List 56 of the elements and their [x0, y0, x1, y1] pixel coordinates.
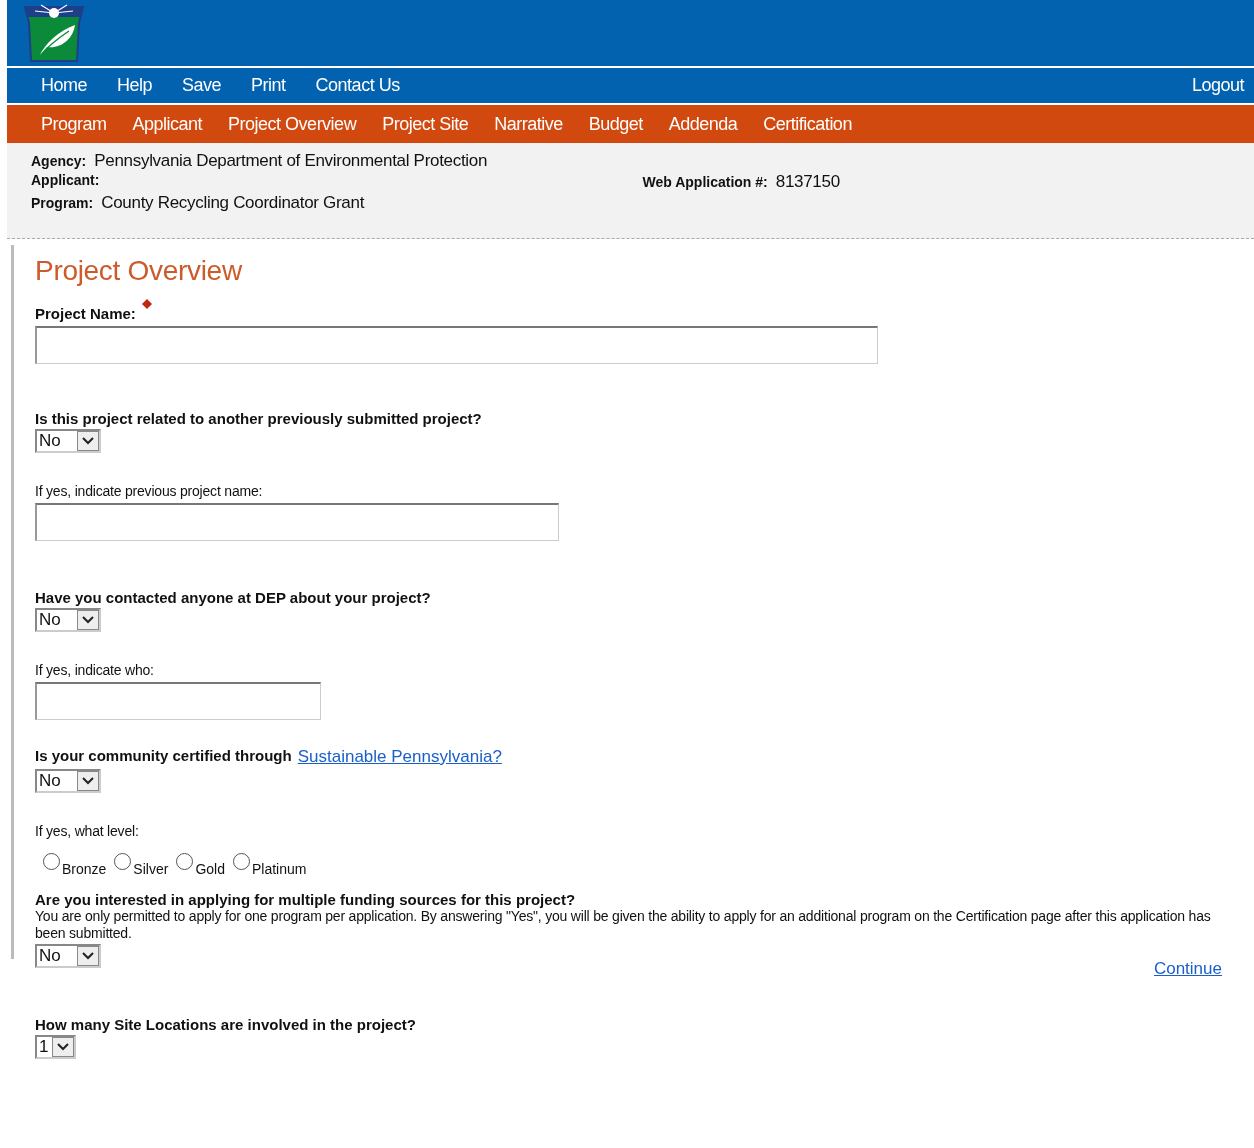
- nav-link[interactable]: Home: [41, 75, 87, 96]
- radio-label: Silver: [133, 861, 169, 877]
- dropdown[interactable]: No: [35, 429, 101, 453]
- caret-icon: [77, 431, 99, 451]
- caret-icon: [77, 946, 99, 966]
- input-field[interactable]: [35, 326, 878, 364]
- dropdown[interactable]: No: [35, 769, 101, 793]
- radio-button[interactable]: [232, 853, 250, 870]
- dropdown[interactable]: No: [35, 944, 101, 968]
- radio-button[interactable]: [114, 853, 132, 870]
- field-label: If yes, indicate previous project name:: [35, 483, 264, 499]
- info-value: Pennsylvania Department of Environmental Protection: [94, 151, 488, 171]
- radio-label: Bronze: [62, 861, 107, 877]
- field-label: If yes, what level:: [35, 823, 140, 839]
- section-tab[interactable]: Budget: [588, 113, 643, 135]
- question-label: Are you interested in applying for multiple funding sources for this project?: [35, 891, 576, 908]
- radio-label: Gold: [195, 861, 225, 877]
- help-text: You are only permitted to apply for one program per application. By answering "Yes", you will be given the ability to apply for an additional program on the Certification page after this application has been submitted.: [35, 908, 1212, 942]
- logout-link[interactable]: Logout: [1191, 75, 1244, 96]
- radio-label: Platinum: [251, 861, 307, 877]
- nav-link[interactable]: Save: [182, 75, 222, 96]
- caret-icon: [77, 771, 99, 791]
- input-field[interactable]: [35, 503, 559, 541]
- radio-button[interactable]: [176, 853, 194, 870]
- nav-link[interactable]: Help: [117, 75, 153, 96]
- section-tab[interactable]: Applicant: [132, 113, 203, 135]
- section-tab[interactable]: Project Site: [382, 113, 469, 135]
- section-tab[interactable]: Narrative: [494, 113, 563, 135]
- page-title: Project Overview: [35, 255, 243, 287]
- dropdown[interactable]: 1: [35, 1035, 77, 1059]
- info-label: Web Application #:: [642, 174, 768, 190]
- input-field[interactable]: [35, 682, 321, 720]
- question-label: Is this project related to another previously submitted project?: [35, 410, 482, 427]
- info-label: Program:: [31, 195, 94, 211]
- continue-link[interactable]: Continue: [1153, 959, 1222, 979]
- info-label: Agency:: [31, 153, 87, 169]
- logo-icon: [21, 3, 87, 63]
- question-label: Is your community certified through: [35, 747, 292, 764]
- section-tab[interactable]: Program: [41, 113, 107, 135]
- question-label: How many Site Locations are involved in the project?: [35, 1016, 416, 1033]
- caret-icon: [52, 1037, 75, 1057]
- section-tab[interactable]: Certification: [763, 113, 852, 135]
- info-label: Applicant:: [31, 172, 100, 188]
- field-label: Project Name:: [35, 305, 136, 322]
- question-label: Have you contacted anyone at DEP about your project?: [35, 589, 431, 606]
- field-label: If yes, indicate who:: [35, 662, 155, 678]
- dropdown[interactable]: No: [35, 608, 101, 632]
- caret-icon: [77, 610, 99, 630]
- radio-button[interactable]: [43, 853, 60, 870]
- sustainability-link[interactable]: Sustainable Pennsylvania?: [297, 747, 502, 767]
- info-value: 8137150: [775, 172, 840, 192]
- section-tab[interactable]: Addenda: [668, 113, 738, 135]
- info-value: County Recycling Coordinator Grant: [101, 193, 365, 213]
- nav-link[interactable]: Print: [251, 75, 286, 96]
- nav-link[interactable]: Contact Us: [315, 75, 400, 96]
- section-tab[interactable]: Project Overview: [228, 113, 357, 135]
